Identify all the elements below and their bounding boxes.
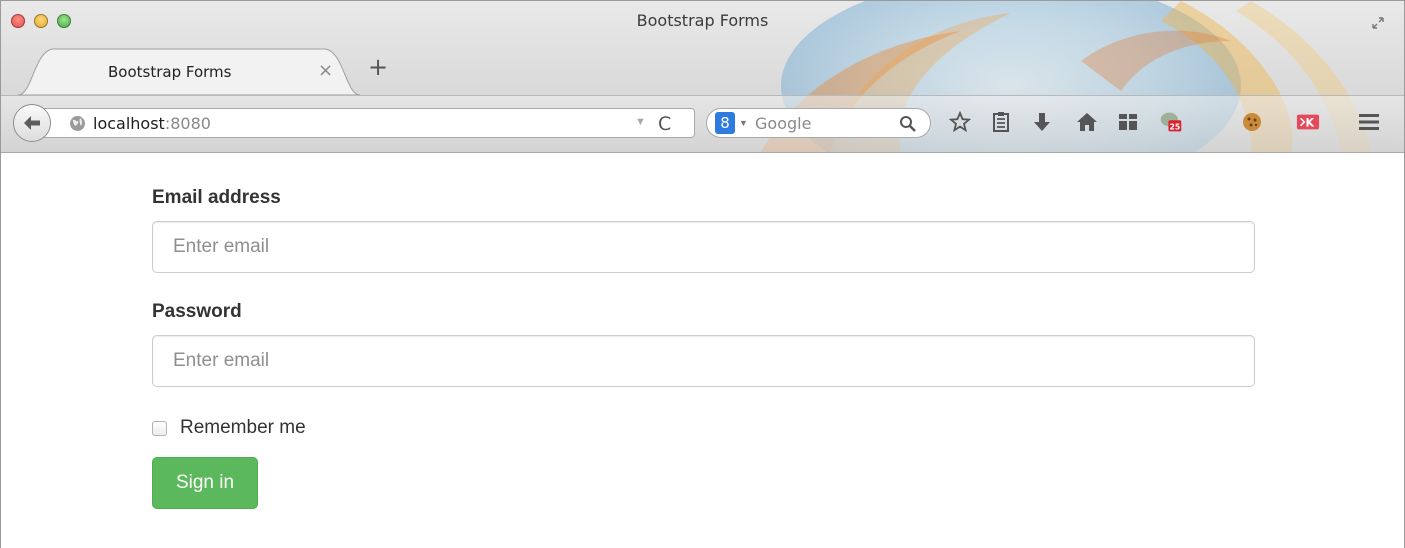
menu-icon[interactable] <box>1357 110 1381 134</box>
remember-me-label[interactable]: Remember me <box>180 417 306 439</box>
password-label: Password <box>152 301 242 322</box>
reload-icon[interactable]: C <box>658 113 671 135</box>
calendar-extension-icon[interactable]: 25 <box>1159 110 1183 134</box>
search-icon[interactable] <box>899 115 917 133</box>
url-dropdown-icon[interactable]: ▼ <box>635 116 646 128</box>
tab-bootstrap-forms[interactable]: Bootstrap Forms × <box>18 47 360 95</box>
new-tab-button[interactable]: + <box>368 53 388 81</box>
search-engine-icon[interactable]: 8 <box>715 112 735 134</box>
browser-window: Bootstrap Forms Bootstrap Forms × + loca… <box>0 0 1405 548</box>
pocket-extension-icon[interactable]: K <box>1296 110 1320 134</box>
tab-close-icon[interactable]: × <box>318 60 333 81</box>
downloads-icon[interactable] <box>1030 110 1054 134</box>
extension-badge-text: K <box>1306 117 1315 130</box>
title-bar: Bootstrap Forms <box>1 1 1404 39</box>
password-field[interactable] <box>152 335 1255 387</box>
sign-in-button[interactable]: Sign in <box>152 457 258 509</box>
remember-me-checkbox[interactable] <box>152 420 167 436</box>
reading-list-icon[interactable] <box>989 110 1013 134</box>
window-title: Bootstrap Forms <box>636 11 769 30</box>
home-icon[interactable] <box>1075 110 1099 134</box>
email-label: Email address <box>152 187 281 208</box>
navigation-bar: localhost:8080 ▼ C 8 ▼ Google 25 K <box>1 95 1404 152</box>
calendar-badge-text: 25 <box>1169 122 1180 131</box>
globe-icon <box>70 116 85 131</box>
fullscreen-icon[interactable] <box>1370 15 1386 31</box>
cookie-extension-icon[interactable] <box>1240 110 1264 134</box>
email-field[interactable] <box>152 221 1255 273</box>
bookmark-star-icon[interactable] <box>948 110 972 134</box>
url-host: localhost <box>93 114 165 133</box>
tab-label: Bootstrap Forms <box>108 63 232 81</box>
url-bar[interactable]: localhost:8080 ▼ C <box>43 108 695 138</box>
grid-apps-icon[interactable] <box>1116 110 1140 134</box>
back-arrow-icon <box>24 116 40 130</box>
page-content: Email address Password Remember me Sign … <box>1 153 1404 548</box>
back-button[interactable] <box>13 104 51 142</box>
url-text: localhost:8080 <box>93 114 211 133</box>
remember-me-row[interactable]: Remember me <box>152 415 306 441</box>
browser-chrome: Bootstrap Forms Bootstrap Forms × + loca… <box>1 1 1404 153</box>
search-placeholder: Google <box>755 114 812 133</box>
search-engine-dropdown-icon[interactable]: ▼ <box>739 118 748 128</box>
search-bar[interactable]: 8 ▼ Google <box>706 108 931 138</box>
url-port: :8080 <box>164 114 211 133</box>
